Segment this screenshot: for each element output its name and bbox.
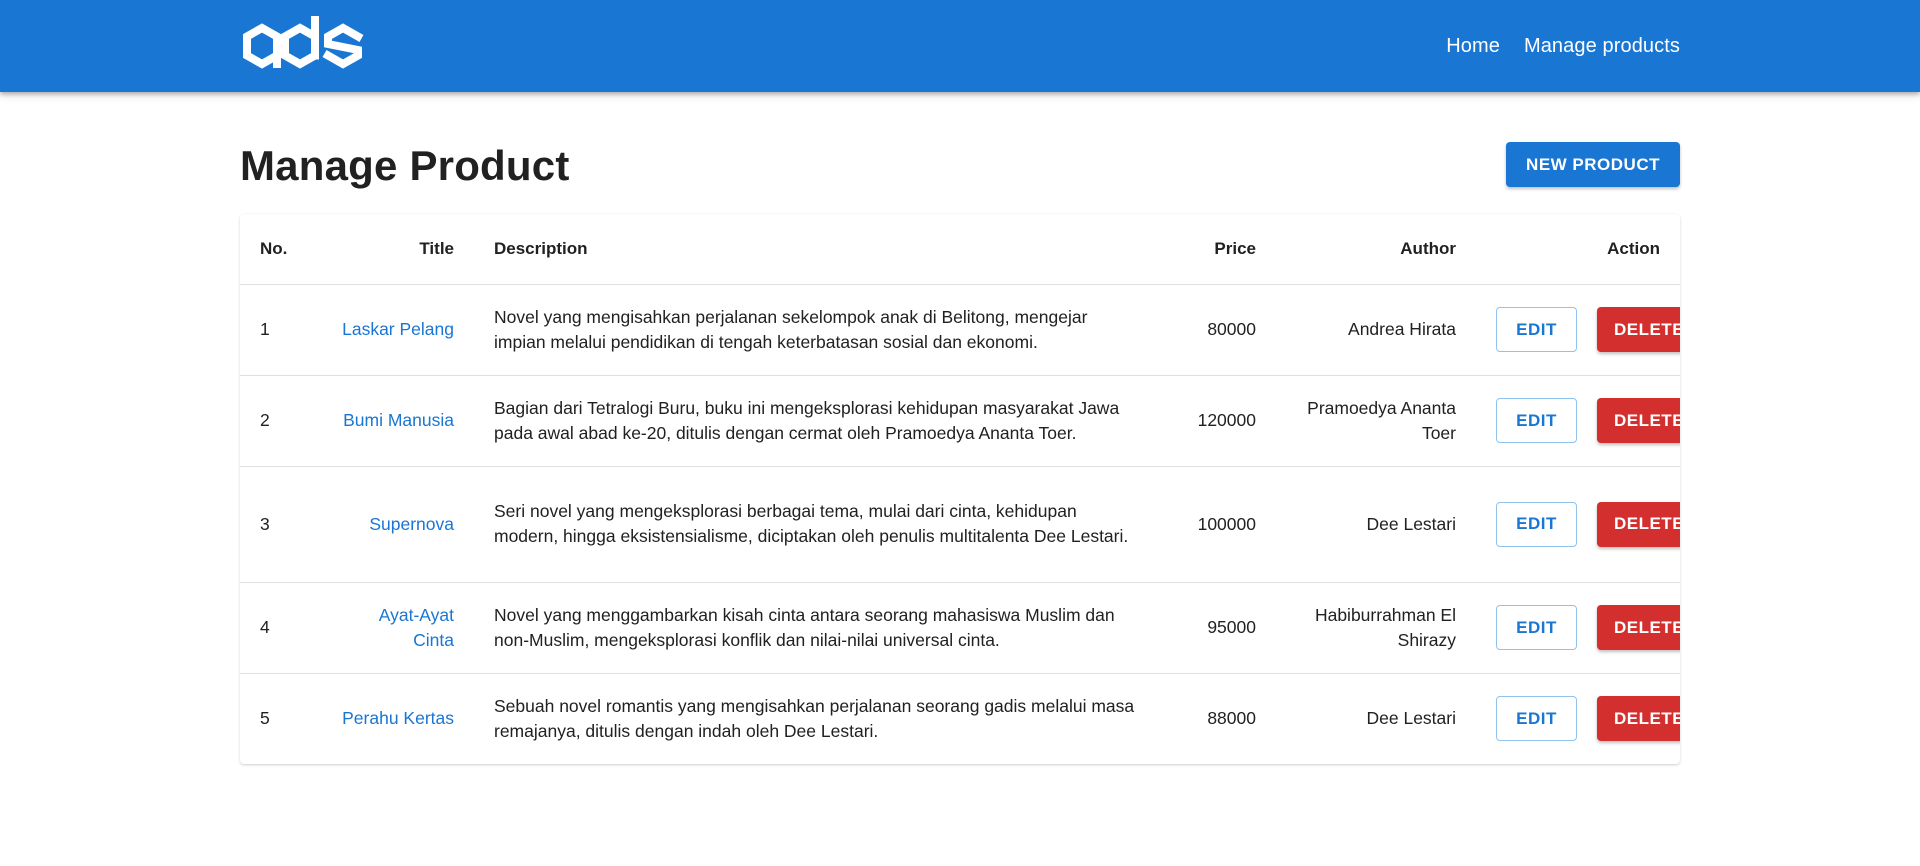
cell-title: Bumi Manusia: [320, 375, 474, 467]
cell-no: 2: [240, 375, 320, 467]
edit-button[interactable]: EDIT: [1496, 307, 1577, 352]
column-header-description: Description: [474, 214, 1160, 285]
delete-button[interactable]: DELETE: [1597, 307, 1680, 352]
table-header-row: No. Title Description Price Author Actio…: [240, 214, 1680, 285]
table-body: 1 Laskar Pelang Novel yang mengisahkan p…: [240, 284, 1680, 764]
column-header-no: No.: [240, 214, 320, 285]
edit-button[interactable]: EDIT: [1496, 398, 1577, 443]
cell-no: 1: [240, 284, 320, 376]
table-row: 1 Laskar Pelang Novel yang mengisahkan p…: [240, 284, 1680, 376]
cell-price: 80000: [1160, 284, 1276, 376]
product-title-link[interactable]: Laskar Pelang: [342, 319, 454, 339]
main-nav: Home Manage products: [1446, 35, 1680, 58]
nav-link-manage-products[interactable]: Manage products: [1524, 35, 1680, 58]
table-row: 5 Perahu Kertas Sebuah novel romantis ya…: [240, 673, 1680, 764]
page-header: Manage Product NEW PRODUCT: [240, 92, 1680, 214]
cell-action: EDIT DELETE: [1476, 466, 1680, 583]
cell-action: EDIT DELETE: [1476, 582, 1680, 674]
cell-title: Perahu Kertas: [320, 673, 474, 764]
cell-title: Ayat-Ayat Cinta: [320, 582, 474, 674]
table-row: 4 Ayat-Ayat Cinta Novel yang menggambark…: [240, 582, 1680, 674]
product-title-link[interactable]: Bumi Manusia: [343, 410, 454, 430]
product-title-link[interactable]: Supernova: [369, 514, 454, 534]
cell-description: Novel yang mengisahkan perjalanan sekelo…: [474, 284, 1160, 376]
cell-title: Supernova: [320, 466, 474, 583]
cell-author: Dee Lestari: [1276, 466, 1476, 583]
cell-price: 100000: [1160, 466, 1276, 583]
cell-title: Laskar Pelang: [320, 284, 474, 376]
cell-no: 4: [240, 582, 320, 674]
cell-action: EDIT DELETE: [1476, 284, 1680, 376]
delete-button[interactable]: DELETE: [1597, 501, 1680, 547]
column-header-price: Price: [1160, 214, 1276, 285]
table-row: 2 Bumi Manusia Bagian dari Tetralogi Bur…: [240, 375, 1680, 467]
cell-author: Habiburrahman El Shirazy: [1276, 582, 1476, 674]
edit-button[interactable]: EDIT: [1496, 696, 1577, 742]
delete-button[interactable]: DELETE: [1597, 398, 1680, 443]
cell-price: 120000: [1160, 375, 1276, 467]
table-row: 3 Supernova Seri novel yang mengeksplora…: [240, 466, 1680, 583]
cell-no: 5: [260, 708, 270, 729]
products-table-card: No. Title Description Price Author Actio…: [240, 214, 1680, 764]
table-header: No. Title Description Price Author Actio…: [240, 214, 1680, 285]
main-content: Manage Product NEW PRODUCT No. Title Des…: [240, 92, 1680, 764]
cell-price: 95000: [1160, 582, 1276, 674]
cell-price: 88000: [1207, 708, 1256, 729]
products-table: No. Title Description Price Author Actio…: [240, 214, 1680, 764]
cell-description: Sebuah novel romantis yang mengisahkan p…: [494, 695, 1135, 741]
delete-button[interactable]: DELETE: [1597, 696, 1680, 742]
new-product-button[interactable]: NEW PRODUCT: [1506, 142, 1680, 187]
cell-action: EDIT DELETE: [1476, 375, 1680, 467]
product-title-link[interactable]: Ayat-Ayat Cinta: [379, 605, 454, 650]
cell-description: Novel yang menggambarkan kisah cinta ant…: [474, 582, 1160, 674]
cell-author: Pramoedya Ananta Toer: [1276, 375, 1476, 467]
cell-author: Andrea Hirata: [1276, 284, 1476, 376]
app-bar-inner: Home Manage products: [240, 0, 1680, 92]
column-header-title: Title: [320, 214, 474, 285]
nav-link-home[interactable]: Home: [1446, 35, 1500, 58]
delete-button[interactable]: DELETE: [1597, 605, 1680, 650]
cell-no: 3: [240, 466, 320, 583]
ads-logo-icon[interactable]: [240, 14, 366, 78]
column-header-action: Action: [1476, 214, 1680, 285]
cell-description: Seri novel yang mengeksplorasi berbagai …: [474, 466, 1160, 583]
app-bar: Home Manage products: [0, 0, 1920, 92]
product-title-link[interactable]: Perahu Kertas: [342, 708, 454, 728]
cell-description: Bagian dari Tetralogi Buru, buku ini men…: [474, 375, 1160, 467]
edit-button[interactable]: EDIT: [1496, 605, 1577, 650]
cell-action: EDIT DELETE: [1476, 673, 1680, 764]
column-header-author: Author: [1276, 214, 1476, 285]
cell-author: Dee Lestari: [1366, 708, 1457, 729]
page-title: Manage Product: [240, 142, 570, 189]
edit-button[interactable]: EDIT: [1496, 501, 1577, 547]
